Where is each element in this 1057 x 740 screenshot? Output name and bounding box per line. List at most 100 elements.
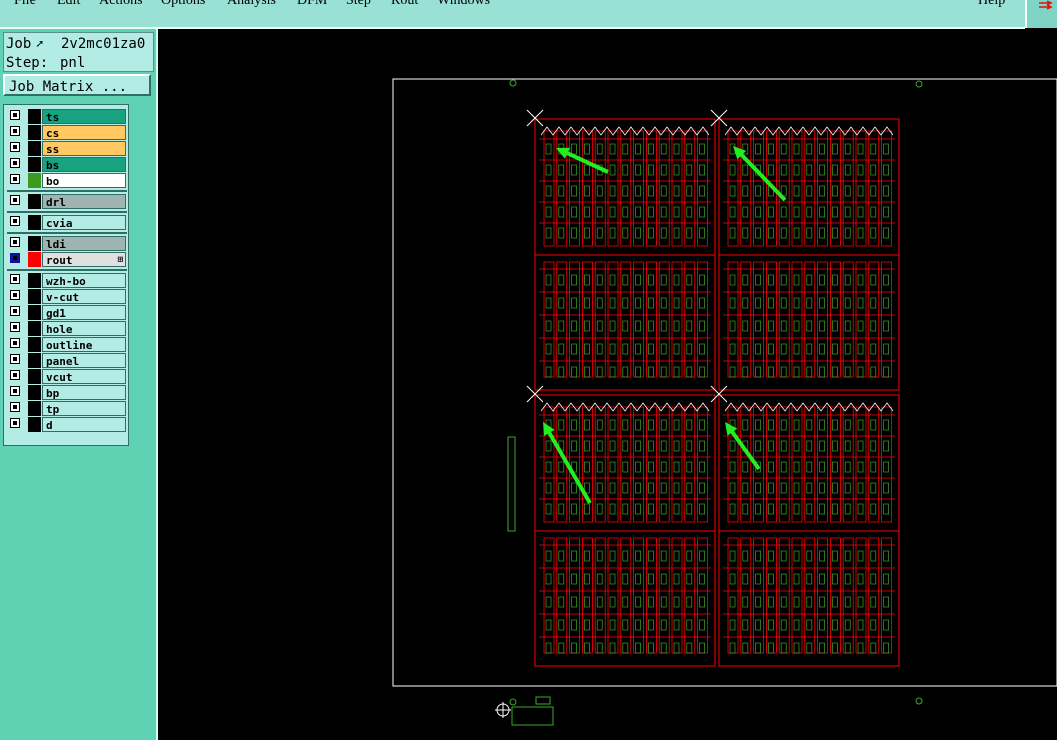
layer-name[interactable]: vcut (42, 369, 126, 384)
menu-windows[interactable]: Windows (437, 0, 490, 8)
menu-help[interactable]: Help (978, 0, 1005, 8)
menu-actions[interactable]: Actions (99, 0, 143, 8)
expand-icon[interactable]: ⊞ (118, 253, 123, 268)
layer-checkbox[interactable] (10, 402, 20, 412)
graphics-canvas[interactable] (158, 29, 1057, 740)
board-strip (620, 537, 632, 654)
layer-color-swatch[interactable] (28, 321, 41, 336)
menu-rout[interactable]: Rout (391, 0, 418, 8)
toolbar-corner[interactable] (1025, 0, 1057, 28)
board-strip (658, 261, 670, 378)
layer-color-swatch[interactable] (28, 236, 41, 251)
job-matrix-button[interactable]: Job Matrix ... (3, 74, 151, 96)
board-label (806, 343, 813, 355)
layer-checkbox[interactable] (10, 110, 20, 120)
menu-options[interactable]: Options (161, 0, 205, 8)
layer-checkbox[interactable] (10, 290, 20, 300)
layer-row-bo[interactable]: bo (7, 173, 127, 188)
layer-name[interactable]: gd1 (42, 305, 126, 320)
layer-row-gd1[interactable]: gd1 (7, 305, 127, 320)
layer-row-outline[interactable]: outline (7, 337, 127, 352)
board-label (558, 320, 565, 332)
layer-name[interactable]: bs (42, 157, 126, 172)
layer-row-bp[interactable]: bp (7, 385, 127, 400)
layer-name[interactable]: ldi (42, 236, 126, 251)
board-label (755, 503, 761, 515)
layer-checkbox[interactable] (10, 386, 20, 396)
layer-row-ts[interactable]: ts (7, 109, 127, 124)
layer-checkbox[interactable] (10, 158, 20, 168)
layer-checkbox[interactable] (10, 354, 20, 364)
layer-row-rout[interactable]: rout ⊞ (7, 252, 127, 267)
layer-row-ss[interactable]: ss (7, 141, 127, 156)
layer-color-swatch[interactable] (28, 109, 41, 124)
board-label (768, 440, 774, 452)
layer-name[interactable]: hole (42, 321, 126, 336)
layer-name[interactable]: bp (42, 385, 126, 400)
layer-row-bs[interactable]: bs (7, 157, 127, 172)
menu-step[interactable]: Step (346, 0, 371, 8)
layer-row-hole[interactable]: hole (7, 321, 127, 336)
layer-name[interactable]: tp (42, 401, 126, 416)
layer-name[interactable]: ss (42, 141, 126, 156)
layer-row-v-cut[interactable]: v-cut (7, 289, 127, 304)
board-label (648, 274, 654, 286)
board-label (584, 164, 590, 176)
layer-name[interactable]: wzh-bo (42, 273, 126, 288)
layer-row-ldi[interactable]: ldi (7, 236, 127, 251)
layer-checkbox[interactable] (10, 195, 20, 205)
menu-dfm[interactable]: DFM (297, 0, 327, 8)
layer-row-tp[interactable]: tp (7, 401, 127, 416)
layer-color-swatch[interactable] (28, 385, 41, 400)
layer-color-swatch[interactable] (28, 252, 41, 267)
layer-color-swatch[interactable] (28, 125, 41, 140)
layer-name[interactable]: v-cut (42, 289, 126, 304)
layer-name[interactable]: cvia (42, 215, 126, 230)
layer-row-d[interactable]: d (7, 417, 127, 432)
layer-color-swatch[interactable] (28, 273, 41, 288)
layer-checkbox[interactable] (10, 237, 20, 247)
layer-checkbox[interactable] (10, 338, 20, 348)
layer-color-swatch[interactable] (28, 289, 41, 304)
layer-color-swatch[interactable] (28, 215, 41, 230)
layer-checkbox[interactable] (10, 126, 20, 136)
layer-checkbox[interactable] (10, 174, 20, 184)
layer-checkbox[interactable] (10, 216, 20, 226)
layer-row-panel[interactable]: panel (7, 353, 127, 368)
layer-checkbox[interactable] (10, 418, 20, 428)
layer-color-swatch[interactable] (28, 337, 41, 352)
layer-name[interactable]: d (42, 417, 126, 432)
menu-edit[interactable]: Edit (57, 0, 80, 8)
layer-name[interactable]: cs (42, 125, 126, 140)
layer-checkbox[interactable] (10, 306, 20, 316)
layer-row-wzh-bo[interactable]: wzh-bo (7, 273, 127, 288)
layer-row-cs[interactable]: cs (7, 125, 127, 140)
layer-color-swatch[interactable] (28, 157, 41, 172)
layer-color-swatch[interactable] (28, 353, 41, 368)
layer-checkbox[interactable] (10, 142, 20, 152)
layer-row-cvia[interactable]: cvia (7, 215, 127, 230)
layer-row-vcut[interactable]: vcut (7, 369, 127, 384)
layer-name[interactable]: panel (42, 353, 126, 368)
layer-color-swatch[interactable] (28, 141, 41, 156)
board-label (832, 596, 838, 608)
layer-color-swatch[interactable] (28, 401, 41, 416)
layer-color-swatch[interactable] (28, 194, 41, 209)
layer-name[interactable]: rout ⊞ (42, 252, 126, 267)
menu-analysis[interactable]: Analysis (227, 0, 276, 8)
layer-checkbox[interactable] (10, 322, 20, 332)
layer-color-swatch[interactable] (28, 173, 41, 188)
layer-color-swatch[interactable] (28, 369, 41, 384)
layer-checkbox[interactable] (10, 370, 20, 380)
layer-color-swatch[interactable] (28, 305, 41, 320)
layer-name[interactable]: outline (42, 337, 126, 352)
layer-name[interactable]: bo (42, 173, 126, 188)
layer-row-drl[interactable]: drl (7, 194, 127, 209)
layer-name[interactable]: drl (42, 194, 126, 209)
layer-color-swatch[interactable] (28, 417, 41, 432)
layer-name[interactable]: ts (42, 109, 126, 124)
layer-checkbox[interactable] (10, 253, 20, 263)
board-label (768, 573, 774, 585)
menu-file[interactable]: File (14, 0, 36, 8)
layer-checkbox[interactable] (10, 274, 20, 284)
